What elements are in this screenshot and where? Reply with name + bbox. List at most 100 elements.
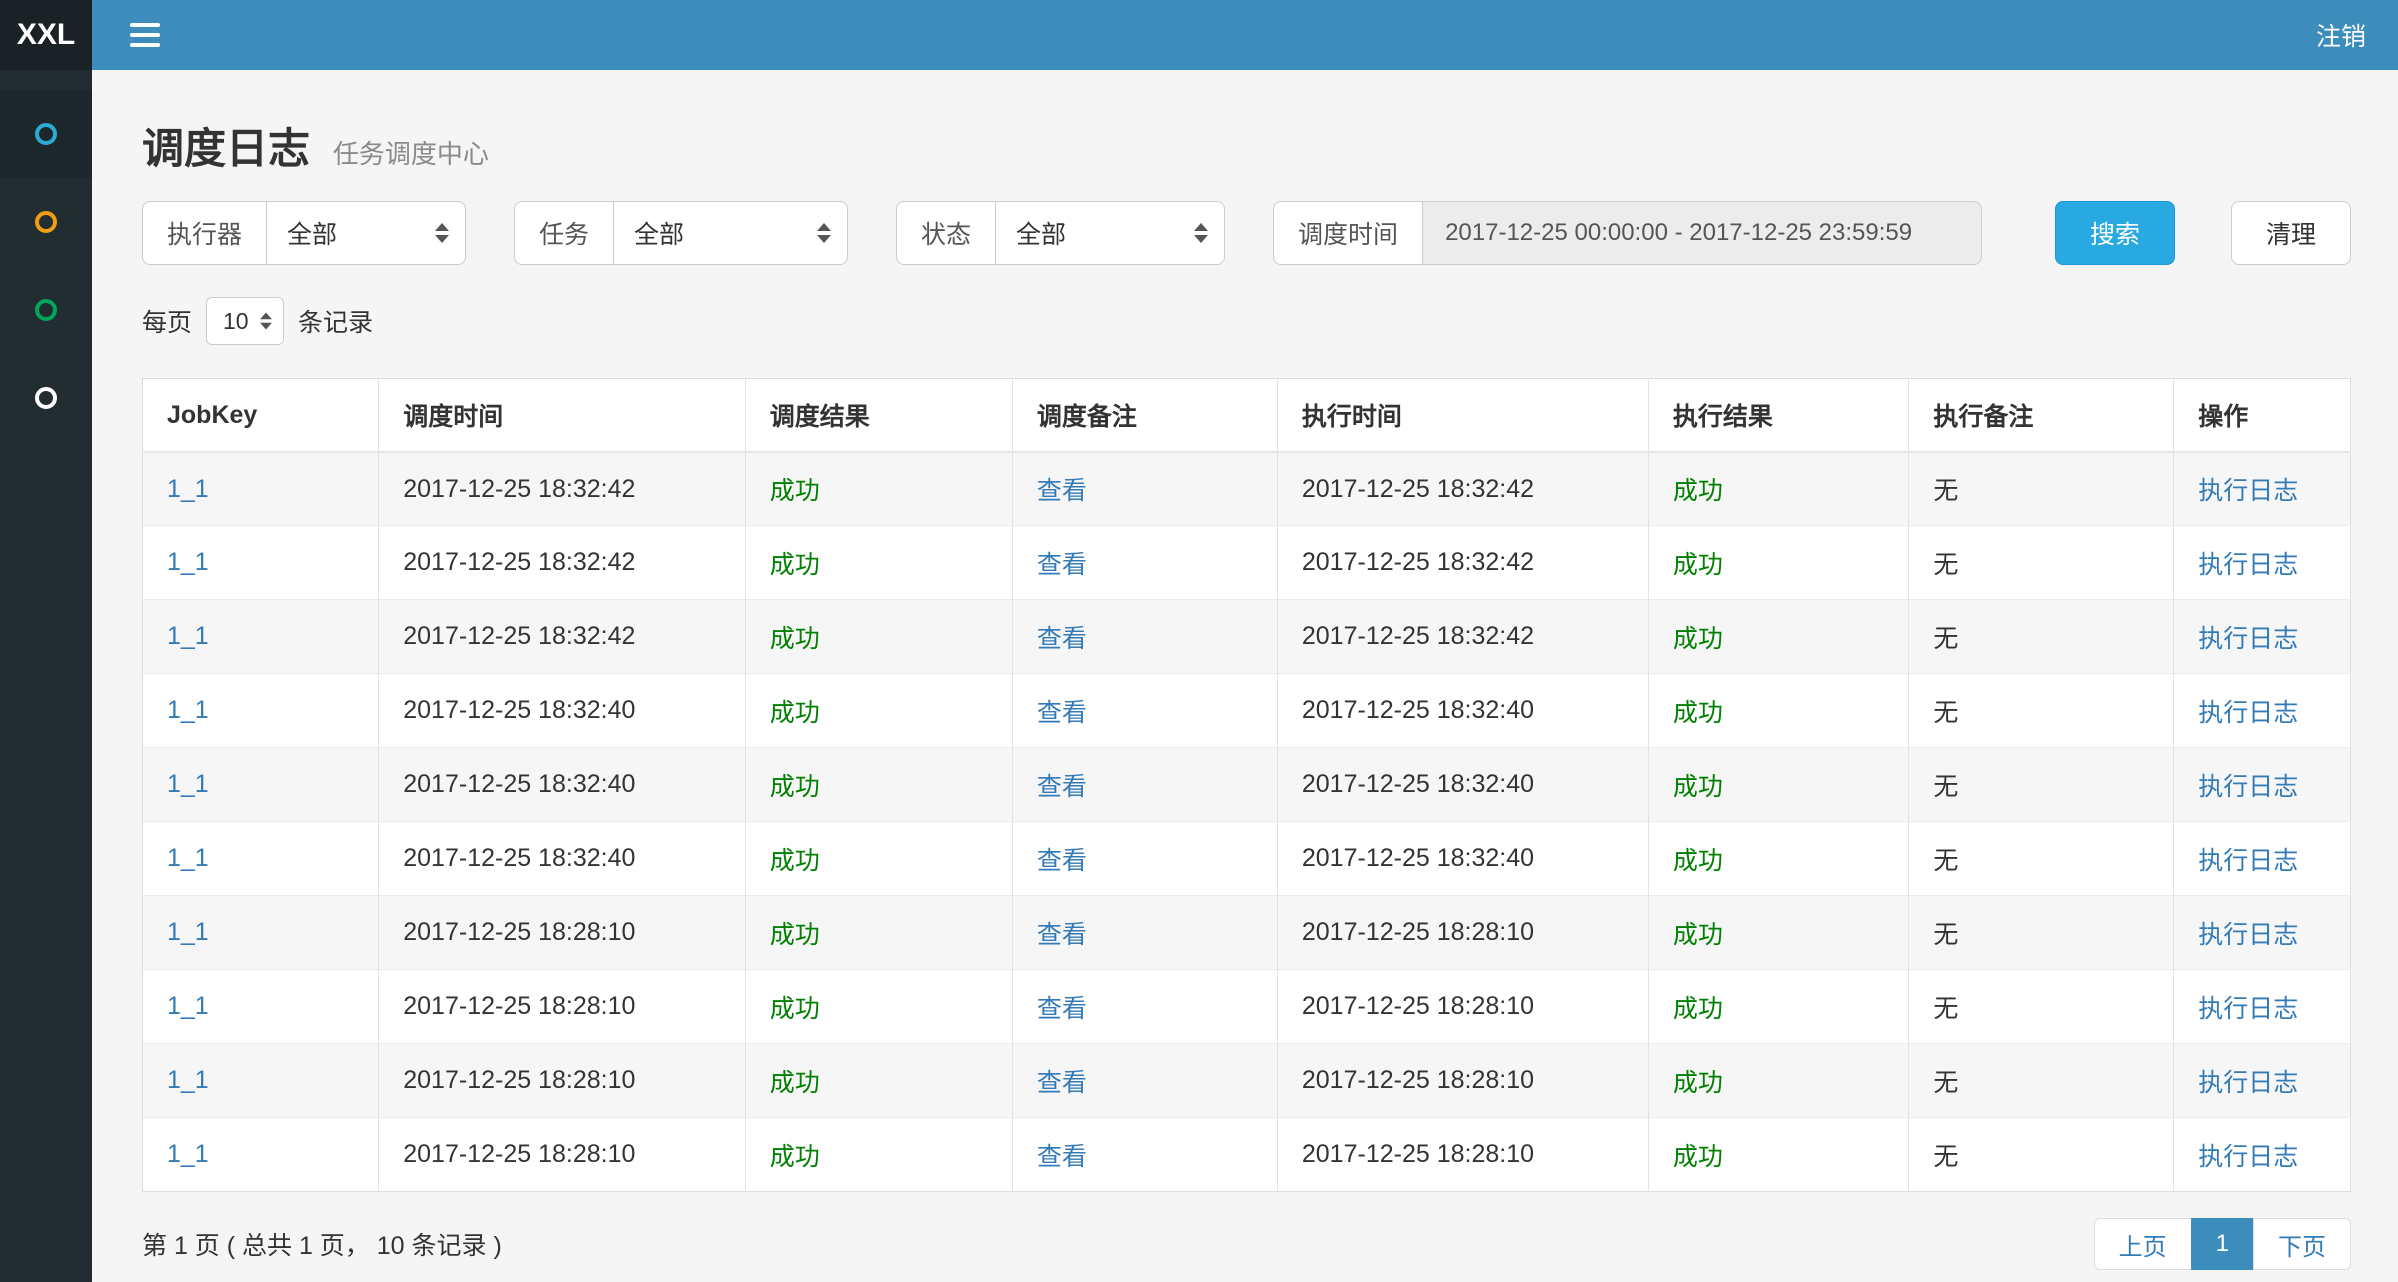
exec-log-link[interactable]: 执行日志 (2198, 995, 2298, 1023)
handle-result-cell: 成功 (1648, 822, 1909, 896)
trigger-result-cell: 成功 (745, 822, 1012, 896)
trigger-time-cell: 2017-12-25 18:28:10 (379, 1118, 746, 1192)
job-select[interactable]: 全部 (613, 201, 848, 265)
sidebar-item-4[interactable] (0, 354, 92, 442)
sidebar-toggle-button[interactable] (126, 15, 164, 55)
app-logo[interactable]: XXL (0, 0, 92, 70)
trigger-msg-link-cell: 查看 (1012, 970, 1277, 1044)
exec-log-link[interactable]: 执行日志 (2198, 773, 2298, 801)
trigger-msg-link[interactable]: 查看 (1037, 921, 1087, 949)
exec-log-link-cell: 执行日志 (2174, 1118, 2351, 1192)
trigger-msg-link[interactable]: 查看 (1037, 773, 1087, 801)
table-row: 1_12017-12-25 18:32:42成功查看2017-12-25 18:… (143, 526, 2351, 600)
trigger-msg-link-cell: 查看 (1012, 1044, 1277, 1118)
handle-msg: 无 (1933, 551, 1958, 579)
exec-log-link-cell: 执行日志 (2174, 896, 2351, 970)
handle-msg: 无 (1933, 1069, 1958, 1097)
top-navbar: XXL 注销 (0, 0, 2398, 70)
jobkey-link[interactable]: 1_1 (167, 475, 209, 503)
exec-log-link[interactable]: 执行日志 (2198, 921, 2298, 949)
logout-link[interactable]: 注销 (2316, 17, 2366, 53)
handle-result: 成功 (1673, 773, 1723, 801)
trigger-time-cell: 2017-12-25 18:32:40 (379, 748, 746, 822)
table-row: 1_12017-12-25 18:32:40成功查看2017-12-25 18:… (143, 674, 2351, 748)
trigger-msg-link-cell: 查看 (1012, 674, 1277, 748)
exec-log-link[interactable]: 执行日志 (2198, 847, 2298, 875)
prev-page-button[interactable]: 上页 (2094, 1218, 2192, 1270)
navbar-body: 注销 (92, 0, 2398, 70)
trigger-msg-link[interactable]: 查看 (1037, 477, 1087, 505)
trigger-msg-link[interactable]: 查看 (1037, 847, 1087, 875)
exec-log-link[interactable]: 执行日志 (2198, 699, 2298, 727)
handle-result-cell: 成功 (1648, 748, 1909, 822)
jobkey-link[interactable]: 1_1 (167, 1140, 209, 1168)
table-row: 1_12017-12-25 18:28:10成功查看2017-12-25 18:… (143, 1044, 2351, 1118)
exec-log-link-cell: 执行日志 (2174, 748, 2351, 822)
exec-log-link[interactable]: 执行日志 (2198, 625, 2298, 653)
next-page-button[interactable]: 下页 (2253, 1218, 2351, 1270)
handle-result: 成功 (1673, 699, 1723, 727)
trigger-time: 2017-12-25 18:32:42 (403, 475, 635, 503)
jobkey-link[interactable]: 1_1 (167, 844, 209, 872)
handle-time-cell: 2017-12-25 18:32:42 (1277, 452, 1648, 526)
handle-msg-cell: 无 (1909, 822, 2174, 896)
handle-msg: 无 (1933, 477, 1958, 505)
jobkey-link[interactable]: 1_1 (167, 992, 209, 1020)
handle-time: 2017-12-25 18:28:10 (1302, 992, 1534, 1020)
trigger-msg-link[interactable]: 查看 (1037, 699, 1087, 727)
handle-result-cell: 成功 (1648, 526, 1909, 600)
trigger-msg-link-cell: 查看 (1012, 822, 1277, 896)
exec-log-link-cell: 执行日志 (2174, 674, 2351, 748)
page-1-button[interactable]: 1 (2191, 1218, 2254, 1270)
pagination-summary: 第 1 页 ( 总共 1 页， 10 条记录 ) (142, 1226, 502, 1262)
jobkey-link[interactable]: 1_1 (167, 696, 209, 724)
trigger-msg-link[interactable]: 查看 (1037, 995, 1087, 1023)
page-size-select[interactable]: 10 (206, 297, 284, 345)
trigger-result-cell: 成功 (745, 1118, 1012, 1192)
exec-log-link[interactable]: 执行日志 (2198, 1069, 2298, 1097)
trigger-result-cell: 成功 (745, 970, 1012, 1044)
handle-time-cell: 2017-12-25 18:28:10 (1277, 1118, 1648, 1192)
trigger-msg-link[interactable]: 查看 (1037, 1143, 1087, 1171)
exec-log-link[interactable]: 执行日志 (2198, 477, 2298, 505)
trigger-msg-link[interactable]: 查看 (1037, 625, 1087, 653)
sidebar-item-1[interactable] (0, 90, 92, 178)
caret-up-icon (1194, 223, 1208, 231)
table-footer: 第 1 页 ( 总共 1 页， 10 条记录 ) 上页 1 下页 (142, 1218, 2351, 1270)
exec-log-link[interactable]: 执行日志 (2198, 551, 2298, 579)
handle-result: 成功 (1673, 1069, 1723, 1097)
exec-log-link[interactable]: 执行日志 (2198, 1143, 2298, 1171)
trigger-time-cell: 2017-12-25 18:32:40 (379, 674, 746, 748)
handle-time-cell: 2017-12-25 18:28:10 (1277, 1044, 1648, 1118)
trigger-time: 2017-12-25 18:28:10 (403, 918, 635, 946)
trigger-time-range-input[interactable]: 2017-12-25 00:00:00 - 2017-12-25 23:59:5… (1422, 201, 1982, 265)
main-content: 调度日志 任务调度中心 执行器 全部 任务 全部 (92, 70, 2398, 1282)
exec-log-link-cell: 执行日志 (2174, 1044, 2351, 1118)
executor-select[interactable]: 全部 (266, 201, 466, 265)
handle-time: 2017-12-25 18:32:40 (1302, 770, 1534, 798)
jobkey-link[interactable]: 1_1 (167, 1066, 209, 1094)
filter-bar: 执行器 全部 任务 全部 状态 全部 (142, 201, 2351, 265)
caret-up-icon (260, 313, 272, 320)
jobkey-link[interactable]: 1_1 (167, 918, 209, 946)
clear-button[interactable]: 清理 (2231, 201, 2351, 265)
sidebar-item-2[interactable] (0, 178, 92, 266)
sidebar-item-3[interactable] (0, 266, 92, 354)
status-select[interactable]: 全部 (995, 201, 1225, 265)
trigger-time: 2017-12-25 18:32:42 (403, 548, 635, 576)
trigger-result: 成功 (770, 477, 820, 505)
search-button[interactable]: 搜索 (2055, 201, 2175, 265)
trigger-time-cell: 2017-12-25 18:32:42 (379, 600, 746, 674)
jobkey-link[interactable]: 1_1 (167, 548, 209, 576)
trigger-msg-link[interactable]: 查看 (1037, 1069, 1087, 1097)
trigger-result-cell: 成功 (745, 600, 1012, 674)
trigger-time-cell: 2017-12-25 18:32:40 (379, 822, 746, 896)
jobkey-link[interactable]: 1_1 (167, 770, 209, 798)
column-header: 执行时间 (1277, 379, 1648, 452)
handle-msg: 无 (1933, 773, 1958, 801)
handle-time-cell: 2017-12-25 18:32:40 (1277, 822, 1648, 896)
trigger-msg-link-cell: 查看 (1012, 526, 1277, 600)
trigger-msg-link[interactable]: 查看 (1037, 551, 1087, 579)
handle-result-cell: 成功 (1648, 970, 1909, 1044)
jobkey-link[interactable]: 1_1 (167, 622, 209, 650)
